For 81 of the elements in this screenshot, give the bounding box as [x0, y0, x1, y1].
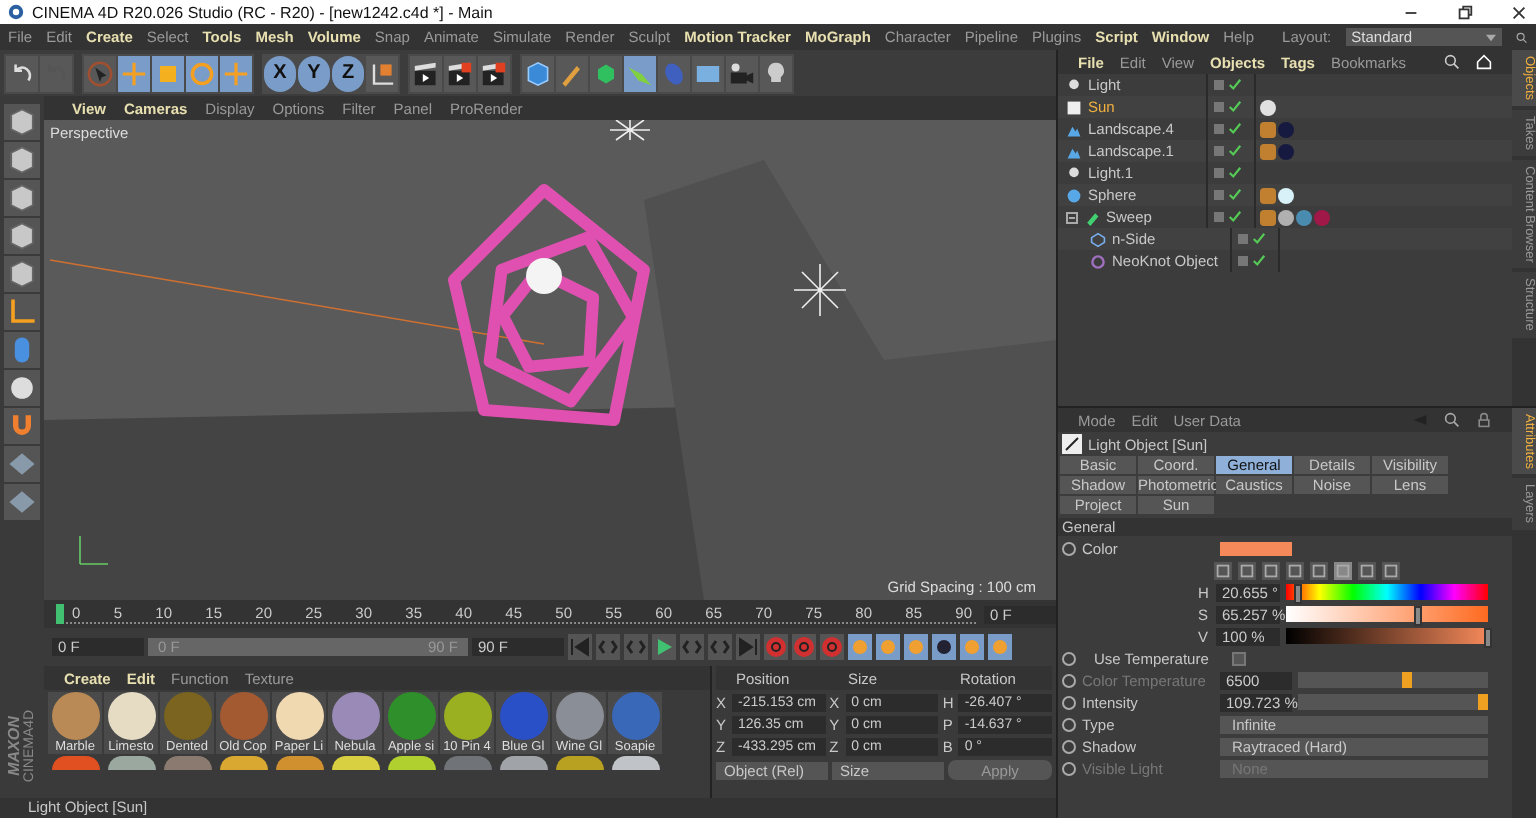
record-icon[interactable] [792, 634, 816, 660]
undo-icon[interactable] [6, 55, 38, 91]
search-icon[interactable] [1444, 54, 1460, 70]
enabled-check-icon[interactable] [1252, 254, 1266, 268]
rotate-icon[interactable] [186, 55, 218, 91]
corner-icon[interactable] [4, 294, 40, 330]
clapper-icon[interactable] [410, 55, 442, 91]
magnet-icon[interactable] [4, 408, 40, 444]
window-title: CINEMA 4D R20.026 Studio (RC - R20) - [new1242.c4d *] - Main [32, 3, 493, 21]
enabled-check-icon[interactable] [1228, 122, 1242, 136]
scale-icon[interactable] [152, 55, 184, 91]
play-icon[interactable] [652, 634, 676, 660]
cube-icon[interactable] [4, 218, 40, 254]
plus-icon[interactable] [220, 55, 252, 91]
slider-track[interactable] [1298, 672, 1488, 688]
cube-icon[interactable] [4, 180, 40, 216]
enabled-check-icon[interactable] [1228, 78, 1242, 92]
skip-start-icon[interactable] [568, 634, 592, 660]
animate-dot-icon[interactable] [1062, 695, 1076, 709]
axis-lock-button[interactable]: Z [332, 55, 364, 91]
visibility-dots-icon[interactable] [1214, 212, 1224, 222]
gradient-marker[interactable] [1484, 628, 1492, 648]
expander-icon[interactable] [1066, 211, 1078, 223]
gem-icon[interactable] [590, 55, 622, 91]
axis-lock-button[interactable]: X [264, 55, 296, 91]
phong-tag-icon[interactable] [1260, 121, 1276, 137]
home-icon[interactable] [1476, 54, 1492, 70]
phong-tag-icon[interactable] [1260, 209, 1276, 225]
coordinate-system-icon[interactable] [366, 55, 398, 91]
lock-icon[interactable] [1476, 412, 1492, 428]
visibility-dots-icon[interactable] [1214, 168, 1224, 178]
animate-dot-icon[interactable] [1062, 717, 1076, 731]
record-icon[interactable] [820, 634, 844, 660]
channel-gradient[interactable] [1286, 628, 1488, 644]
color-swatch[interactable] [1220, 541, 1292, 555]
enabled-check-icon[interactable] [1228, 210, 1242, 224]
search-icon[interactable] [1444, 412, 1460, 428]
animate-dot-icon[interactable] [1062, 541, 1076, 555]
move-icon[interactable] [118, 55, 150, 91]
search-icon[interactable] [1516, 29, 1528, 45]
gradient-marker[interactable] [1293, 584, 1302, 604]
restore-icon[interactable] [1456, 3, 1474, 21]
channel-gradient[interactable] [1286, 606, 1488, 622]
cube-icon[interactable] [522, 55, 554, 91]
cursor-icon[interactable] [84, 55, 116, 91]
pen-icon[interactable] [556, 55, 588, 91]
cube-icon[interactable] [4, 256, 40, 292]
gradient-marker[interactable] [1413, 606, 1422, 626]
phong-tag-icon[interactable] [1260, 143, 1276, 159]
bulb-icon[interactable] [760, 55, 792, 91]
enabled-check-icon[interactable] [1228, 100, 1242, 114]
checkbox[interactable] [1232, 651, 1246, 665]
visibility-dots-icon[interactable] [1214, 124, 1224, 134]
clapper-icon[interactable] [478, 55, 510, 91]
animate-dot-icon[interactable] [1062, 673, 1076, 687]
clapper-icon[interactable] [444, 55, 476, 91]
enabled-check-icon[interactable] [1228, 166, 1242, 180]
material-tag-icon[interactable] [1278, 187, 1294, 203]
camera-icon[interactable] [726, 55, 758, 91]
enabled-check-icon[interactable] [1228, 144, 1242, 158]
enabled-check-icon[interactable] [1228, 188, 1242, 202]
material-tag-icon[interactable] [1278, 209, 1294, 225]
record-icon[interactable] [764, 634, 788, 660]
animate-dot-icon[interactable] [1062, 651, 1076, 665]
cube-icon[interactable] [4, 104, 40, 140]
caret-icon [1486, 33, 1497, 41]
target-tag-icon[interactable] [1260, 99, 1276, 115]
close-icon[interactable] [1510, 3, 1528, 21]
slider-thumb[interactable] [1478, 694, 1488, 710]
visibility-dots-icon[interactable] [1238, 256, 1248, 266]
visibility-dots-icon[interactable] [1214, 102, 1224, 112]
animate-dot-icon[interactable] [1062, 761, 1076, 775]
visibility-dots-icon[interactable] [1238, 234, 1248, 244]
visibility-dots-icon[interactable] [1214, 80, 1224, 90]
axis-lock-button[interactable]: Y [298, 55, 330, 91]
visibility-dots-icon[interactable] [1214, 146, 1224, 156]
slider-track[interactable] [1298, 694, 1488, 710]
enabled-check-icon[interactable] [1252, 232, 1266, 246]
animate-dot-icon[interactable] [1062, 739, 1076, 753]
visibility-dots-icon[interactable] [1214, 190, 1224, 200]
channel-gradient[interactable] [1286, 584, 1488, 600]
